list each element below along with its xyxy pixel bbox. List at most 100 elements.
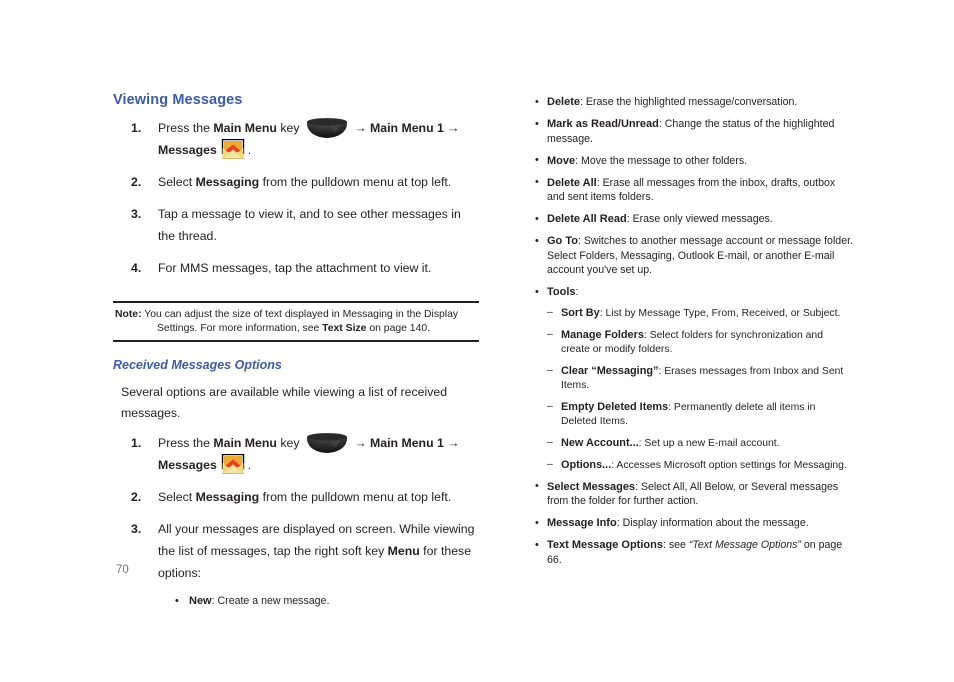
arrow-icon-1: → <box>354 436 367 450</box>
subitem-term: Empty Deleted Items <box>561 400 669 413</box>
option-term: Delete All Read <box>547 213 627 225</box>
step-text-pre: Select <box>158 490 196 504</box>
sublist-item: Empty Deleted Items: Permanently delete … <box>547 400 854 429</box>
step-text-tail: . <box>247 143 252 157</box>
text-size-reference: Text Size <box>322 322 367 334</box>
option-term: Tools <box>547 286 576 298</box>
option-desc: : Move the message to other folders. <box>575 154 748 167</box>
note-part2: on page 140. <box>366 322 431 334</box>
manual-page: Viewing Messages 1. Press the Main Menu … <box>0 0 954 682</box>
step-item: 1. Press the Main Menu key → Main Menu 1… <box>113 432 479 476</box>
note-text: Note: You can adjust the size of text di… <box>115 308 477 335</box>
option-desc: : Switches to another message account or… <box>547 235 853 276</box>
list-item-tools: Tools: Sort By: List by Message Type, Fr… <box>534 285 854 473</box>
step-number: 2. <box>131 175 142 189</box>
option-term: Mark as Read/Unread <box>547 118 659 130</box>
sublist-item: New Account...: Set up a new E-mail acco… <box>547 436 854 451</box>
subitem-desc: : List by Message Type, From, Received, … <box>599 307 841 319</box>
option-term: Delete All <box>547 176 597 189</box>
option-desc: : Display information about the message. <box>616 517 809 529</box>
messages-label: Messages <box>158 458 217 472</box>
option-desc-pre: : see <box>662 539 689 551</box>
note-label: Note: <box>115 309 142 320</box>
step-item: 3. All your messages are displayed on sc… <box>113 518 479 609</box>
step-number: 3. <box>131 522 142 536</box>
subitem-term: Sort By <box>561 306 600 319</box>
subitem-term: New Account... <box>561 436 639 449</box>
menu-softkey-label: Menu <box>387 544 420 558</box>
page-title: Viewing Messages <box>113 92 243 108</box>
step-item: 1. Press the Main Menu key → Main Menu 1… <box>113 117 479 161</box>
step-text-pre: Select <box>158 175 196 189</box>
option-term: Select Messages <box>547 480 636 493</box>
list-item: Select Messages: Select All, All Below, … <box>534 479 854 509</box>
messaging-label: Messaging <box>195 175 260 189</box>
subitem-desc: : Accesses Microsoft option settings for… <box>611 459 847 471</box>
step-number: 2. <box>131 490 142 504</box>
sublist-item: Clear “Messaging”: Erases messages from … <box>547 364 854 393</box>
step-item: 4. For MMS messages, tap the attachment … <box>113 257 479 279</box>
messages-envelope-icon <box>221 453 245 474</box>
substep-new: New: Create a new message. <box>174 594 479 609</box>
option-term: Text Message Options <box>547 539 663 551</box>
arrow-icon-1: → <box>354 121 367 135</box>
step-text-tail: from the pulldown menu at top left. <box>259 175 452 189</box>
option-term: Message Info <box>547 517 617 529</box>
main-menu-1-label: Main Menu 1 <box>370 121 444 135</box>
list-item: Delete All Read: Erase only viewed messa… <box>534 212 854 227</box>
main-menu-key-label: Main Menu <box>213 436 277 450</box>
tools-sublist: Sort By: List by Message Type, From, Rec… <box>547 306 854 473</box>
step-number: 1. <box>131 436 142 450</box>
note-box: Note: You can adjust the size of text di… <box>113 301 479 342</box>
list-item: Move: Move the message to other folders. <box>534 153 854 169</box>
option-desc: : Erase only viewed messages. <box>626 213 773 225</box>
cross-reference-title: “Text Message Options” <box>688 539 801 551</box>
arrow-icon-2: → <box>447 121 460 135</box>
section-subheading: Received Messages Options <box>113 358 282 372</box>
step-item: 3. Tap a message to view it, and to see … <box>113 203 479 247</box>
list-item: Delete: Erase the highlighted message/co… <box>534 95 854 110</box>
subitem-desc: : Set up a new E-mail account. <box>638 437 780 449</box>
subitem-term: Clear “Messaging” <box>561 364 659 377</box>
option-term: Delete <box>547 96 581 108</box>
step-item: 2. Select Messaging from the pulldown me… <box>113 171 479 193</box>
section-intro: Several options are available while view… <box>121 385 448 420</box>
page-number: 70 <box>116 564 129 576</box>
subitem-term: Options... <box>561 458 612 471</box>
sublist-item: Options...: Accesses Microsoft option se… <box>547 458 854 473</box>
step-text-mid: key <box>276 121 303 135</box>
messages-label: Messages <box>158 143 217 157</box>
list-item: Delete All: Erase all messages from the … <box>534 175 854 205</box>
main-menu-key-icon <box>305 432 349 454</box>
right-column: Delete: Erase the highlighted message/co… <box>534 95 854 575</box>
step-number: 3. <box>131 207 142 221</box>
messages-envelope-icon <box>221 138 245 159</box>
step-text: For MMS messages, tap the attachment to … <box>158 261 432 275</box>
message-options-list: Delete: Erase the highlighted message/co… <box>534 95 854 567</box>
option-term: Go To <box>547 235 578 247</box>
main-menu-key-label: Main Menu <box>213 121 277 135</box>
new-option-term: New <box>189 595 212 607</box>
list-item: Go To: Switches to another message accou… <box>534 234 854 278</box>
step-number: 1. <box>131 121 142 135</box>
step-text-tail: from the pulldown menu at top left. <box>259 490 452 504</box>
sublist-item: Sort By: List by Message Type, From, Rec… <box>547 306 854 321</box>
arrow-icon-2: → <box>447 436 460 450</box>
option-term: Move <box>547 154 576 167</box>
list-item: Message Info: Display information about … <box>534 516 854 531</box>
list-item: Mark as Read/Unread: Change the status o… <box>534 117 854 146</box>
main-menu-1-label: Main Menu 1 <box>370 436 444 450</box>
left-column: Viewing Messages 1. Press the Main Menu … <box>113 92 479 619</box>
subitem-term: Manage Folders <box>561 328 644 341</box>
list-item-text-message-options: Text Message Options: see “Text Message … <box>534 538 854 567</box>
messaging-label: Messaging <box>195 490 260 504</box>
viewing-messages-steps: 1. Press the Main Menu key → Main Menu 1… <box>113 117 479 279</box>
step-text-tail: . <box>247 458 252 472</box>
main-menu-key-icon <box>305 117 349 139</box>
new-option-desc: : Create a new message. <box>211 595 330 607</box>
step-text: Tap a message to view it, and to see oth… <box>158 207 461 243</box>
step-text-pre: Press the <box>158 436 214 450</box>
received-messages-steps: 1. Press the Main Menu key → Main Menu 1… <box>113 432 479 609</box>
sublist-item: Manage Folders: Select folders for synch… <box>547 328 854 357</box>
step-item: 2. Select Messaging from the pulldown me… <box>113 486 479 508</box>
